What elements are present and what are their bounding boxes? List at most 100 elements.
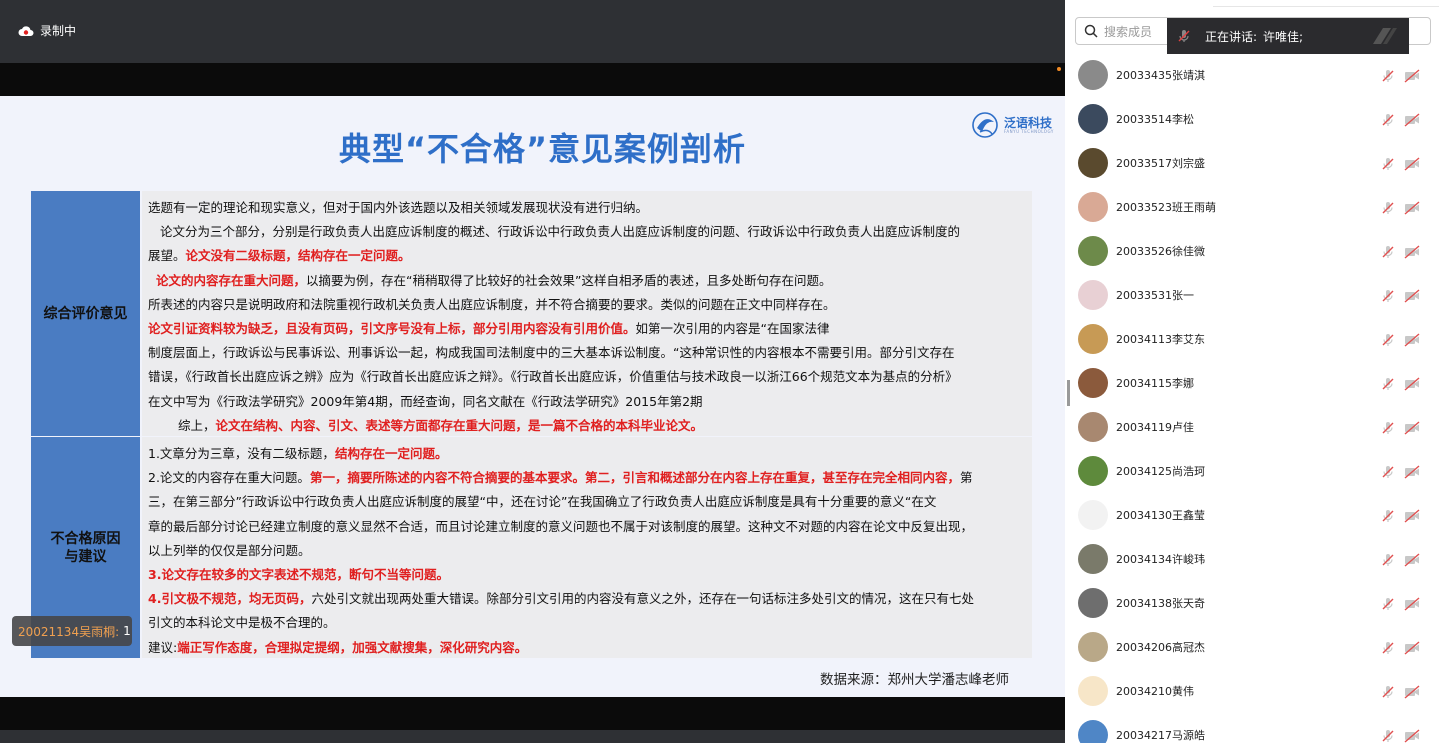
avatar — [1078, 500, 1108, 530]
mic-muted-icon[interactable] — [1381, 112, 1395, 126]
mic-muted-icon[interactable] — [1381, 640, 1395, 654]
content-line: 综上，论文在结构、内容、引文、表述等方面都存在重大问题，是一篇不合格的本科毕业论… — [148, 414, 1026, 438]
body-text: 2.论文的内容存在重大问题。 — [148, 470, 310, 486]
member-name: 20034138张天奇 — [1116, 597, 1205, 610]
mic-muted-icon[interactable] — [1381, 200, 1395, 214]
camera-off-icon[interactable] — [1404, 156, 1420, 171]
camera-off-icon[interactable] — [1404, 332, 1420, 347]
mic-muted-icon[interactable] — [1381, 288, 1395, 302]
member-item[interactable]: 20033526徐佳微 — [1065, 229, 1439, 273]
body-text: 所表述的内容只是说明政府和法院重视行政机关负责人出庭应诉制度，并不符合摘要的要求… — [148, 296, 836, 312]
member-item[interactable]: 20034206高冠杰 — [1065, 625, 1439, 669]
mic-muted-icon[interactable] — [1381, 68, 1395, 82]
camera-off-icon[interactable] — [1404, 420, 1420, 435]
camera-off-icon[interactable] — [1404, 244, 1420, 259]
speaker-tag[interactable]: 20021134吴雨桐: 1 — [12, 616, 132, 646]
member-item[interactable]: 20033517刘宗盛 — [1065, 141, 1439, 185]
content-line: 选题有一定的理论和现实意义，但对于国内外该选题以及相关领域发展现状没有进行归纳。 — [148, 196, 1026, 220]
recording-indicator[interactable]: 录制中 — [18, 22, 76, 39]
highlight-text: 3.论文存在较多的文字表述不规范，断句不当等问题。 — [148, 567, 449, 583]
camera-off-icon[interactable] — [1404, 68, 1420, 83]
table-row: 综合评价意见 选题有一定的理论和现实意义，但对于国内外该选题以及相关领域发展现状… — [31, 191, 1032, 436]
avatar — [1078, 676, 1108, 706]
camera-off-icon[interactable] — [1404, 508, 1420, 523]
highlight-text: 端正写作态度，合理拟定提纲，加强文献搜集，深化研究内容。 — [177, 639, 528, 655]
camera-off-icon[interactable] — [1404, 684, 1420, 699]
member-item[interactable]: 20034138张天奇 — [1065, 581, 1439, 625]
member-status-icons — [1381, 684, 1420, 699]
speaking-label: 正在讲话: — [1205, 29, 1258, 44]
avatar — [1078, 280, 1108, 310]
member-item[interactable]: 20033435张靖淇 — [1065, 53, 1439, 97]
camera-off-icon[interactable] — [1404, 596, 1420, 611]
member-status-icons — [1381, 596, 1420, 611]
avatar — [1078, 632, 1108, 662]
mic-muted-icon[interactable] — [1381, 508, 1395, 522]
mic-muted-icon[interactable] — [1381, 420, 1395, 434]
member-name: 20033514李松 — [1116, 113, 1194, 126]
content-line: 以上列举的仅仅是部分问题。 — [148, 539, 1026, 563]
mic-muted-icon[interactable] — [1381, 376, 1395, 390]
row-content: 选题有一定的理论和现实意义，但对于国内外该选题以及相关领域发展现状没有进行归纳。… — [142, 191, 1032, 436]
content-line: 制度层面上，行政诉讼与民事诉讼、刑事诉讼一起，构成我国司法制度中的三大基本诉讼制… — [148, 341, 1026, 365]
avatar — [1078, 544, 1108, 574]
mic-muted-icon[interactable] — [1381, 332, 1395, 346]
video-letterbox-top — [0, 63, 1065, 96]
camera-off-icon[interactable] — [1404, 200, 1420, 215]
member-item[interactable]: 20034115李娜 — [1065, 361, 1439, 405]
row-content: 1.文章分为三章，没有二级标题，结构存在一定问题。 2.论文的内容存在重大问题。第… — [142, 437, 1032, 658]
member-name: 20034119卢佳 — [1116, 421, 1194, 434]
mic-muted-icon[interactable] — [1381, 596, 1395, 610]
highlight-text: 论文在结构、内容、引文、表述等方面都存在重大问题，是一篇不合格的本科毕业论文。 — [215, 417, 704, 433]
camera-off-icon[interactable] — [1404, 464, 1420, 479]
speaking-name: 许唯佳; — [1263, 29, 1304, 44]
body-text: 以摘要为例，存在“稍稍取得了比较好的社会效果”这样自相矛盾的表述，且多处断句存在… — [306, 272, 832, 288]
speaker-tag-name: 20021134吴雨桐: — [18, 624, 120, 639]
member-item[interactable]: 20034113李艾东 — [1065, 317, 1439, 361]
highlight-text: 第一，摘要所陈述的内容不符合摘要的基本要求。第二，引言和概述部分在内容上存在重复… — [309, 470, 960, 486]
speaking-indicator: 正在讲话: 许唯佳; — [1167, 18, 1409, 54]
member-item[interactable]: 20033514李松 — [1065, 97, 1439, 141]
camera-off-icon[interactable] — [1404, 376, 1420, 391]
mic-muted-icon[interactable] — [1381, 244, 1395, 258]
member-name: 20033523班王雨萌 — [1116, 201, 1216, 214]
member-name: 20034115李娜 — [1116, 377, 1194, 390]
member-name: 20033435张靖淇 — [1116, 69, 1205, 82]
camera-off-icon[interactable] — [1404, 288, 1420, 303]
member-status-icons — [1381, 640, 1420, 655]
mic-muted-icon[interactable] — [1381, 156, 1395, 170]
mic-muted-icon[interactable] — [1381, 728, 1395, 742]
member-item[interactable]: 20034125尚浩珂 — [1065, 449, 1439, 493]
speaker-tag-count: 1 — [123, 624, 131, 638]
avatar — [1078, 192, 1108, 222]
avatar — [1078, 368, 1108, 398]
member-item[interactable]: 20034210黄伟 — [1065, 669, 1439, 713]
member-status-icons — [1381, 376, 1420, 391]
mic-muted-icon[interactable] — [1381, 464, 1395, 478]
content-line: 建议:端正写作态度，合理拟定提纲，加强文献搜集，深化研究内容。 — [148, 636, 1026, 660]
member-item[interactable]: 20034134许峻玮 — [1065, 537, 1439, 581]
camera-off-icon[interactable] — [1404, 552, 1420, 567]
body-text: 综上， — [178, 417, 216, 433]
highlight-text: 结构存在一定问题。 — [334, 446, 448, 461]
body-text: 章的最后部分讨论已经建立制度的意义显然不合适，而且讨论建立制度的意义问题也不属于… — [148, 518, 974, 534]
member-item[interactable]: 20033531张一 — [1065, 273, 1439, 317]
member-item[interactable]: 20034119卢佳 — [1065, 405, 1439, 449]
member-item[interactable]: 20034217马源皓 — [1065, 713, 1439, 743]
body-text: 第 — [959, 470, 973, 486]
camera-off-icon[interactable] — [1404, 640, 1420, 655]
camera-off-icon[interactable] — [1404, 112, 1420, 127]
member-list: 20033435张靖淇 20033514李松 20033517刘宗盛 20033523… — [1065, 53, 1439, 743]
content-line: 所表述的内容只是说明政府和法院重视行政机关负责人出庭应诉制度，并不符合摘要的要求… — [148, 293, 1026, 317]
mic-muted-icon[interactable] — [1381, 684, 1395, 698]
body-text: 引文的本科论文中是极不合理的。 — [148, 615, 336, 631]
member-item[interactable]: 20033523班王雨萌 — [1065, 185, 1439, 229]
body-text: 论文分为三个部分，分别是行政负责人出庭应诉制度的概述、行政诉讼中行政负责人出庭应… — [160, 224, 961, 240]
camera-off-icon[interactable] — [1404, 728, 1420, 743]
review-table: 综合评价意见 选题有一定的理论和现实意义，但对于国内外该选题以及相关领域发展现状… — [31, 191, 1032, 658]
avatar — [1078, 236, 1108, 266]
highlight-text: 4.引文极不规范，均无页码， — [148, 591, 312, 607]
member-item[interactable]: 20034130王鑫莹 — [1065, 493, 1439, 537]
mic-muted-icon[interactable] — [1381, 552, 1395, 566]
content-line: 论文的内容存在重大问题，以摘要为例，存在“稍稍取得了比较好的社会效果”这样自相矛… — [148, 269, 1026, 293]
